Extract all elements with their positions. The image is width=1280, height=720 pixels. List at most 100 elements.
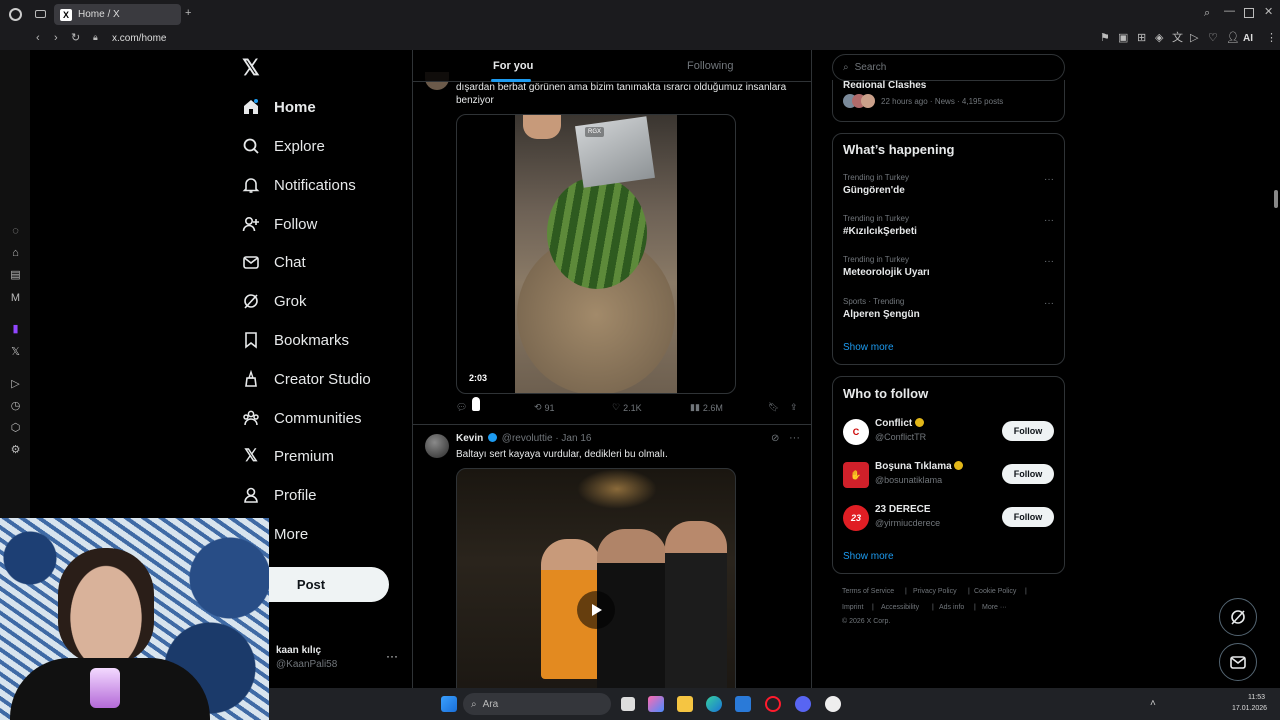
pinboard-icon[interactable]: ▤ (9, 269, 22, 282)
tab-for-you[interactable]: For you (493, 60, 533, 72)
maximize-icon[interactable] (1244, 8, 1254, 18)
scrollbar-thumb[interactable] (1274, 190, 1278, 208)
like-button[interactable]: ♡ 2.1K (612, 402, 642, 413)
trend-item[interactable]: Trending in Turkey Güngören'de ··· (833, 172, 1064, 208)
x-logo-icon[interactable]: 𝕏 (242, 57, 262, 79)
trend-item[interactable]: Sports · Trending Alperen Şengün ··· (833, 296, 1064, 332)
close-icon[interactable]: ✕ (1264, 7, 1273, 18)
follow-suggestion[interactable]: ✋ Boşuna Tıklama @bosunatiklama Follow (833, 458, 1064, 492)
taskbar-search[interactable]: ⌕ Ara (463, 693, 611, 715)
grok-explain-icon[interactable]: ⊘ (771, 433, 779, 444)
messages-float-button[interactable] (1219, 643, 1257, 681)
opera-icon[interactable] (765, 696, 781, 712)
nav-bookmarks[interactable]: Bookmarks (242, 325, 349, 355)
settings-icon[interactable]: ⚙ (9, 444, 22, 457)
windows-start-icon[interactable] (441, 696, 457, 712)
menu-icon[interactable]: ⋮ (1266, 33, 1277, 44)
screenshot-icon[interactable]: ⊞ (1137, 33, 1146, 44)
views-button[interactable]: ▮▮ 2.6M (690, 402, 723, 413)
page-scrollbar[interactable] (1272, 50, 1280, 688)
new-tab-icon[interactable]: + (185, 8, 191, 19)
tweet-2-author[interactable]: Kevin (456, 433, 483, 444)
trend-item[interactable]: Trending in Turkey #KızılcıkŞerbeti ··· (833, 213, 1064, 249)
nav-premium[interactable]: 𝕏 Premium (242, 441, 334, 471)
discord-icon[interactable] (795, 696, 811, 712)
tray-chevron-icon[interactable]: ˄ (1150, 698, 1156, 709)
nav-follow[interactable]: Follow (242, 209, 317, 239)
footer-cookie[interactable]: Cookie Policy (974, 588, 1016, 595)
aria-icon[interactable]: ◌ (9, 225, 22, 238)
browser-tab-home[interactable]: X Home / X (54, 4, 181, 25)
edge-icon[interactable] (706, 696, 722, 712)
footer-imprint[interactable]: Imprint (842, 604, 863, 611)
back-icon[interactable]: ‹ (36, 33, 40, 44)
retweet-button[interactable]: ⟲ 91 (534, 402, 555, 413)
bookmark-tweet-button[interactable]: 🔖︎ (768, 402, 779, 413)
footer-ads[interactable]: Ads info (939, 604, 964, 611)
forward-icon[interactable]: › (54, 33, 58, 44)
x-app-icon[interactable]: 𝕏 (9, 346, 22, 359)
copilot-icon[interactable] (648, 696, 664, 712)
footer-accessibility[interactable]: Accessibility (881, 604, 919, 611)
search-box[interactable]: ⌕ Search (832, 54, 1065, 81)
who-to-follow-show-more[interactable]: Show more (843, 551, 894, 562)
nav-notifications[interactable]: Notifications (242, 170, 356, 200)
tweet-1-video[interactable]: RGX 2:03 (456, 114, 736, 394)
task-view-icon[interactable] (621, 697, 635, 711)
minimize-icon[interactable]: — (1224, 6, 1235, 17)
nav-chat[interactable]: Chat (242, 247, 306, 277)
steam-icon[interactable] (825, 696, 841, 712)
tweet-2-handle[interactable]: @revoluttie (502, 433, 553, 444)
share-button[interactable]: ⇪ (790, 402, 798, 413)
reload-icon[interactable]: ↻ (71, 33, 80, 44)
search-tabs-icon[interactable]: ⌕ (1204, 8, 1210, 19)
ai-button[interactable]: AI (1243, 33, 1253, 44)
adblock-icon[interactable]: ◈ (1155, 33, 1163, 44)
crypto-wallet-icon[interactable]: ⌂ (9, 247, 22, 260)
nav-explore[interactable]: Explore (242, 131, 325, 161)
bookmark-page-icon[interactable]: ⚑ (1100, 33, 1110, 44)
mail-app-icon[interactable]: M (9, 292, 22, 305)
follow-suggestion[interactable]: C Conflict @ConflictTR Follow (833, 415, 1064, 449)
nav-creator-studio[interactable]: Creator Studio (242, 364, 371, 394)
store-icon[interactable] (735, 696, 751, 712)
footer-privacy[interactable]: Privacy Policy (913, 588, 957, 595)
tweet-2-avatar[interactable] (425, 434, 449, 458)
nav-communities[interactable]: Communities (242, 403, 362, 433)
workspaces-icon[interactable] (35, 10, 46, 18)
follow-suggestion[interactable]: 23 23 DERECE @yirmiucderece Follow (833, 501, 1064, 535)
tweet-more-icon[interactable]: ··· (789, 432, 800, 444)
nav-home[interactable]: Home (242, 92, 316, 122)
history-icon[interactable]: ◷ (9, 400, 22, 413)
trend-more-icon[interactable]: ··· (1044, 298, 1054, 309)
nav-profile[interactable]: Profile (242, 480, 317, 510)
extensions-icon[interactable]: ⬡ (9, 422, 22, 435)
file-explorer-icon[interactable] (677, 696, 693, 712)
tweet-2-video[interactable] (456, 468, 736, 690)
follow-button[interactable]: Follow (1002, 464, 1054, 484)
trend-item[interactable]: Trending in Turkey Meteorolojik Uyarı ··… (833, 254, 1064, 290)
account-switcher[interactable]: kaan kılıç @KaanPali58 ··· (272, 644, 402, 676)
trend-more-icon[interactable]: ··· (1044, 215, 1054, 226)
trend-more-icon[interactable]: ··· (1044, 174, 1054, 185)
top-news-card[interactable]: Regional Clashes 22 hours ago · News · 4… (832, 80, 1065, 122)
translate-icon[interactable]: 文 (1172, 33, 1183, 44)
clock-date[interactable]: 17.01.2026 (1232, 705, 1267, 712)
trends-show-more[interactable]: Show more (843, 342, 894, 353)
heart-icon[interactable]: ♡ (1208, 33, 1218, 44)
follow-button[interactable]: Follow (1002, 507, 1054, 527)
follow-button[interactable]: Follow (1002, 421, 1054, 441)
twitch-icon[interactable]: ▮ (9, 323, 22, 336)
browser-logo-icon[interactable] (9, 8, 22, 21)
player-rail-icon[interactable]: ▷ (9, 378, 22, 391)
clock-time[interactable]: 11:53 (1248, 694, 1265, 701)
url-field[interactable]: x.com/home (112, 33, 166, 44)
nav-grok[interactable]: Grok (242, 286, 307, 316)
footer-more[interactable]: More ··· (982, 604, 1007, 611)
play-button-icon[interactable] (577, 591, 615, 629)
footer-terms[interactable]: Terms of Service (842, 588, 894, 595)
profile-browser-icon[interactable]: 👤︎ (1226, 33, 1240, 44)
snapshot-icon[interactable]: ▣ (1118, 33, 1128, 44)
reply-button[interactable]: 💬︎ (456, 402, 467, 413)
grok-float-button[interactable] (1219, 598, 1257, 636)
